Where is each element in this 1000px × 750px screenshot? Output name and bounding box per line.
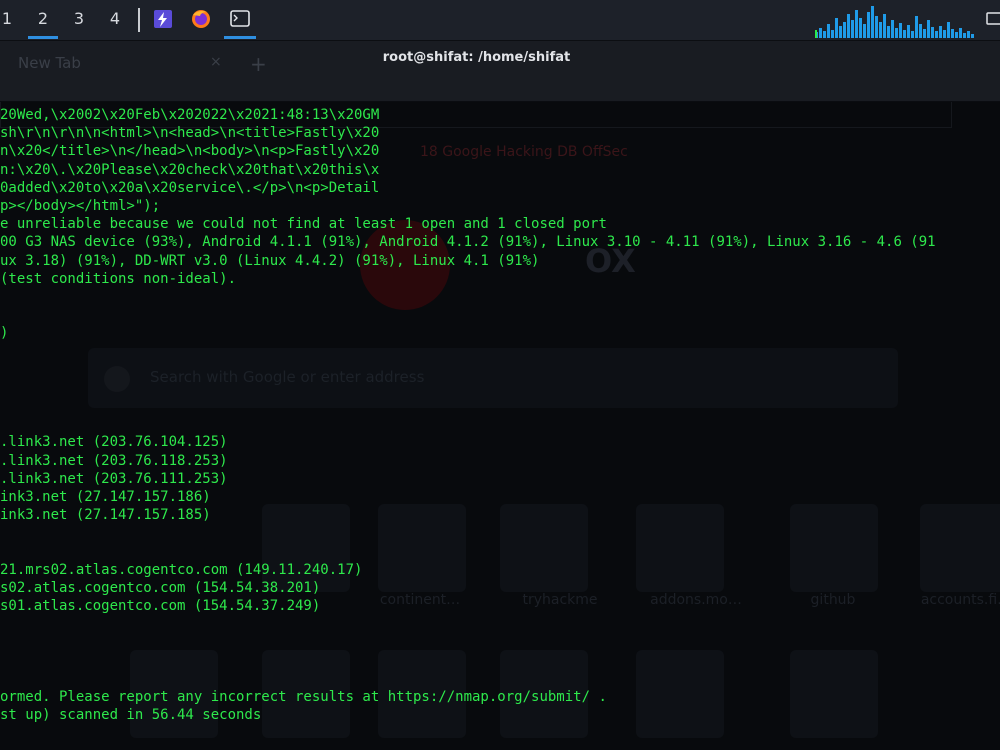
window-icon[interactable] xyxy=(986,11,1000,27)
terminal-line: 20Wed,\x2002\x20Feb\x202022\x2021:48:13\… xyxy=(0,107,380,123)
terminal-line: ink3.net (27.147.157.186) xyxy=(0,488,211,505)
terminal-line: .link3.net (203.76.118.253) xyxy=(0,452,228,469)
cpu-usage-graph xyxy=(815,6,974,38)
terminal-icon xyxy=(230,10,250,27)
top-panel: 1 2 3 4 xyxy=(0,0,1000,41)
workspace-2-button[interactable]: 2 xyxy=(28,0,58,40)
terminal-line: s02.atlas.cogentco.com (154.54.38.201) xyxy=(0,579,321,596)
panel-separator xyxy=(138,8,140,32)
terminal-line: st up) scanned in 56.44 seconds xyxy=(0,707,262,724)
terminal-line: n:\x20\.\x20Please\x20check\x20that\x20t… xyxy=(0,161,380,178)
firefox-button[interactable] xyxy=(181,0,221,40)
terminal-line: e unreliable because we could not find a… xyxy=(0,216,607,233)
terminal-view[interactable]: 18 Google Hacking DB OffSec OX Search wi… xyxy=(0,102,1000,750)
terminal-line: .link3.net (203.76.111.253) xyxy=(0,470,228,487)
launcher-button[interactable] xyxy=(142,0,182,40)
firefox-icon xyxy=(192,10,210,28)
terminal-line: n\x20</title>\n</head>\n<body>\n<p>Fastl… xyxy=(0,143,380,160)
terminal-line: 21.mrs02.atlas.cogentco.com (149.11.240.… xyxy=(0,561,363,578)
terminal-button[interactable] xyxy=(220,0,260,40)
workspace-4-button[interactable]: 4 xyxy=(100,0,130,40)
terminal-line: 0added\x20to\x20a\x20service\.</p>\n<p>D… xyxy=(0,179,380,196)
terminal-line: (test conditions non-ideal). xyxy=(0,270,237,287)
terminal-line: ux 3.18) (91%), DD-WRT v3.0 (Linux 4.4.2… xyxy=(0,252,540,269)
workspace-1-button[interactable]: 1 xyxy=(0,0,22,40)
terminal-line: sh\r\n\r\n\n<html>\n<head>\n<title>Fastl… xyxy=(0,125,380,142)
terminal-line: ink3.net (27.147.157.185) xyxy=(0,507,211,524)
terminal-output[interactable]: 20Wed,\x2002\x20Feb\x202022\x2021:48:13\… xyxy=(0,106,936,724)
bolt-launcher-icon xyxy=(154,10,172,28)
workspace-3-button[interactable]: 3 xyxy=(64,0,94,40)
terminal-line: s01.atlas.cogentco.com (154.54.37.249) xyxy=(0,598,321,615)
terminal-line: .link3.net (203.76.104.125) xyxy=(0,434,228,451)
terminal-line: p></body></html>"); xyxy=(0,197,161,214)
terminal-line: ormed. Please report any incorrect resul… xyxy=(0,689,607,705)
terminal-line: 00 G3 NAS device (93%), Android 4.1.1 (9… xyxy=(0,234,936,251)
terminal-line: ) xyxy=(0,325,9,342)
window-title: root@shifat: /home/shifat xyxy=(382,50,571,65)
